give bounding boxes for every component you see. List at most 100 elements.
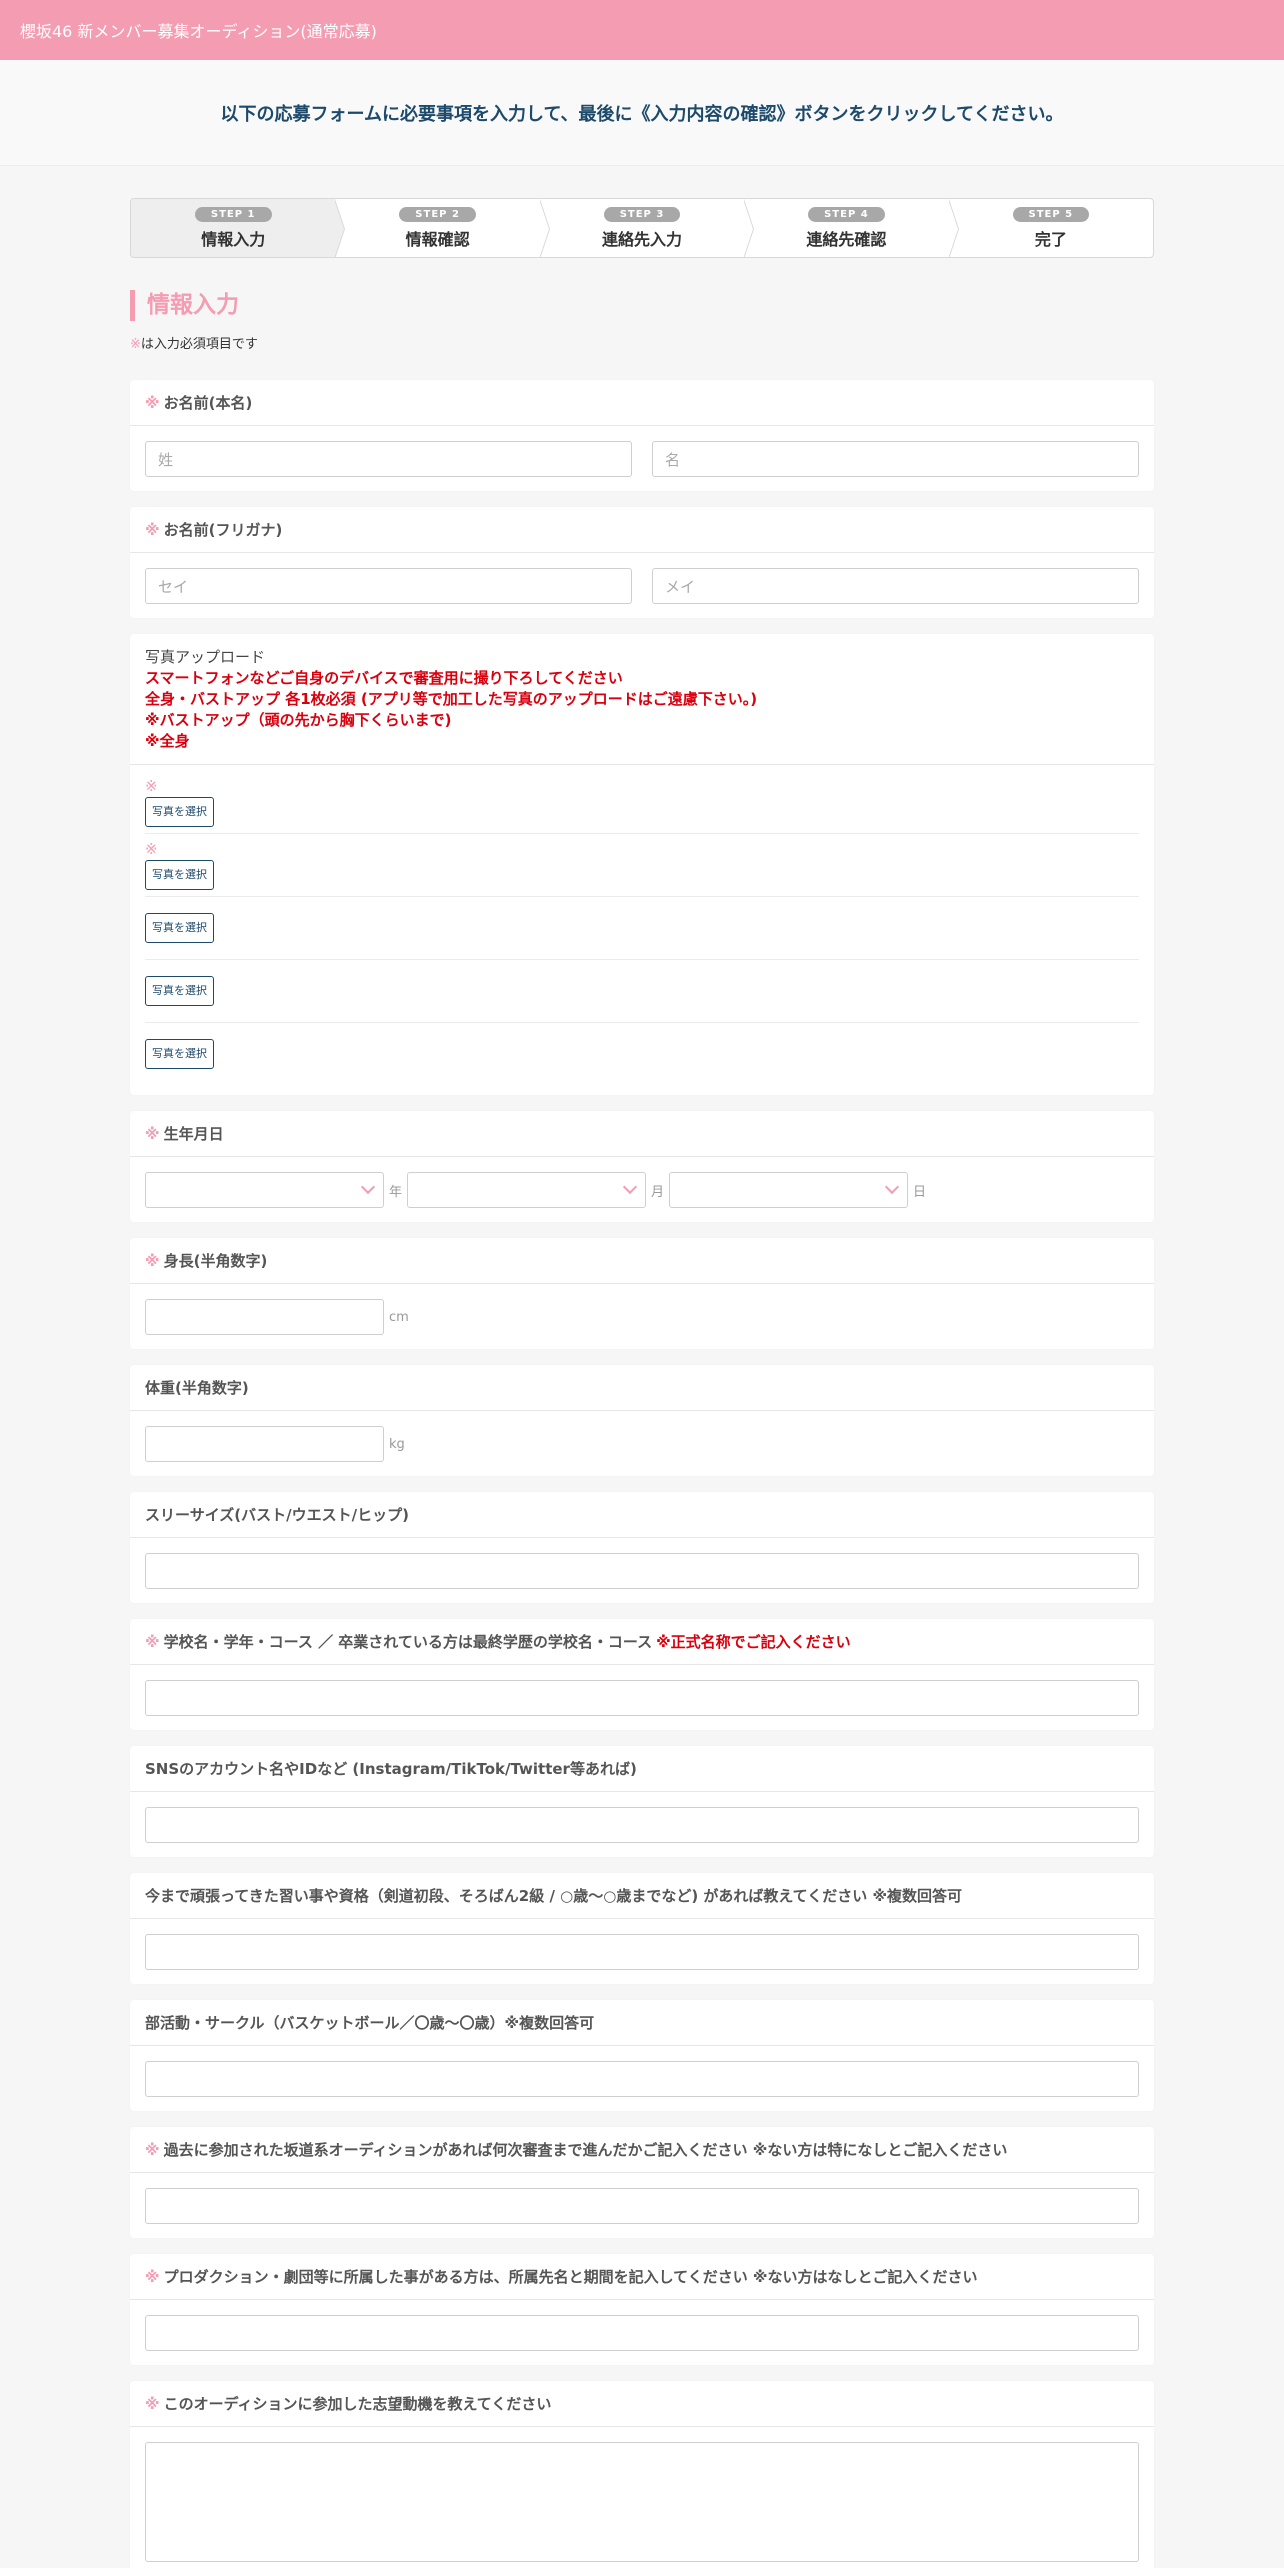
- field-body: [130, 1919, 1154, 1984]
- field-label: ※ お名前(フリガナ): [130, 507, 1154, 553]
- field-label: 部活動・サークル（バスケットボール／〇歳～〇歳）※複数回答可: [130, 2000, 1154, 2046]
- sns-input[interactable]: [145, 1807, 1139, 1843]
- field-lessons: 今まで頑張ってきた習い事や資格（剣道初段、そろばん2級 / ○歳～○歳までなど)…: [130, 1873, 1154, 1984]
- step-label: 情報確認: [405, 229, 470, 249]
- form-container: STEP 1 情報入力 STEP 2 情報確認 STEP 3 連絡先入力 STE…: [130, 198, 1154, 2568]
- birth-year-select[interactable]: [145, 1172, 384, 1208]
- field-production: ※ プロダクション・劇団等に所属した事がある方は、所属先名と期間を記入してくださ…: [130, 2254, 1154, 2365]
- field-clubs: 部活動・サークル（バスケットボール／〇歳～〇歳）※複数回答可: [130, 2000, 1154, 2111]
- field-body: [130, 2046, 1154, 2111]
- chevron-down-icon: [622, 1179, 638, 1195]
- field-height: ※ 身長(半角数字) cm: [130, 1238, 1154, 1349]
- row-spacer: [145, 1029, 1139, 1039]
- step-badge: STEP 3: [603, 206, 681, 222]
- weight-input[interactable]: [145, 1426, 384, 1462]
- photo-note: 全身・バストアップ 各1枚必須 (アプリ等で加工した写真のアップロードはご遠慮下…: [145, 690, 758, 708]
- field-body: [130, 2300, 1154, 2365]
- photo-row: 写真を選択: [145, 897, 1139, 960]
- field-three-sizes: スリーサイズ(バスト/ウエスト/ヒップ): [130, 1492, 1154, 1603]
- field-label-text: 身長(半角数字): [163, 1252, 268, 1270]
- field-label: SNSのアカウント名やIDなど (Instagram/TikTok/Twitte…: [130, 1746, 1154, 1792]
- select-photo-button[interactable]: 写真を選択: [145, 797, 214, 827]
- app-header: 櫻坂46 新メンバー募集オーディション(通常応募): [0, 0, 1284, 60]
- day-unit: 日: [913, 1184, 927, 1200]
- production-input[interactable]: [145, 2315, 1139, 2351]
- weight-unit: kg: [389, 1436, 405, 1452]
- field-label: ※ プロダクション・劇団等に所属した事がある方は、所属先名と期間を記入してくださ…: [130, 2254, 1154, 2300]
- intro-banner: 以下の応募フォームに必要事項を入力して、最後に《入力内容の確認》ボタンをクリック…: [0, 60, 1284, 166]
- field-photo-upload: 写真アップロード スマートフォンなどご自身のデバイスで審査用に撮り下ろしてくださ…: [130, 634, 1154, 1095]
- photo-title: 写真アップロード: [145, 648, 266, 666]
- step-label: 連絡先入力: [602, 229, 683, 249]
- required-mark: ※: [145, 1124, 160, 1143]
- field-label-text: 学校名・学年・コース ／ 卒業されている方は最終学歴の学校名・コース: [163, 1633, 653, 1651]
- field-body: [130, 1665, 1154, 1730]
- field-birthday: ※ 生年月日 年 月 日: [130, 1111, 1154, 1222]
- step-label: 連絡先確認: [806, 229, 887, 249]
- school-note: ※正式名称でご記入ください: [656, 1633, 851, 1651]
- field-label-text: お名前(フリガナ): [163, 521, 283, 539]
- field-label: 今まで頑張ってきた習い事や資格（剣道初段、そろばん2級 / ○歳～○歳までなど)…: [130, 1873, 1154, 1919]
- field-label: ※ 生年月日: [130, 1111, 1154, 1157]
- field-label-text: SNSのアカウント名やIDなど (Instagram/TikTok/Twitte…: [145, 1760, 637, 1778]
- field-label-text: 過去に参加された坂道系オーディションがあれば何次審査まで進んだかご記入ください …: [163, 2141, 1008, 2159]
- field-school: ※ 学校名・学年・コース ／ 卒業されている方は最終学歴の学校名・コース ※正式…: [130, 1619, 1154, 1730]
- section-title: 情報入力: [130, 290, 1154, 321]
- field-label-text: 体重(半角数字): [145, 1379, 249, 1397]
- intro-text: 以下の応募フォームに必要事項を入力して、最後に《入力内容の確認》ボタンをクリック…: [220, 103, 1064, 125]
- lessons-input[interactable]: [145, 1934, 1139, 1970]
- field-label-text: 生年月日: [163, 1125, 224, 1143]
- month-unit: 月: [651, 1184, 665, 1200]
- photo-row: ※ 写真を選択: [145, 777, 1139, 834]
- row-spacer: [145, 943, 1139, 953]
- row-spacer: [145, 1006, 1139, 1016]
- photo-instructions: 写真アップロード スマートフォンなどご自身のデバイスで審査用に撮り下ろしてくださ…: [130, 634, 1154, 765]
- select-photo-button[interactable]: 写真を選択: [145, 976, 214, 1006]
- required-mark: ※: [145, 1632, 160, 1651]
- field-body: [130, 2173, 1154, 2238]
- field-label-text: 部活動・サークル（バスケットボール／〇歳～〇歳）※複数回答可: [145, 2014, 595, 2032]
- header-title: 櫻坂46 新メンバー募集オーディション(通常応募): [20, 22, 377, 41]
- first-name-kana-input[interactable]: メイ: [652, 568, 1139, 604]
- select-photo-button[interactable]: 写真を選択: [145, 860, 214, 890]
- clubs-input[interactable]: [145, 2061, 1139, 2097]
- required-mark: ※: [145, 520, 160, 539]
- field-label: 体重(半角数字): [130, 1365, 1154, 1411]
- required-mark: ※: [145, 2267, 160, 2286]
- required-mark: ※: [145, 1251, 160, 1270]
- field-body: kg: [130, 1411, 1154, 1476]
- field-kana: ※ お名前(フリガナ) セイ メイ: [130, 507, 1154, 618]
- required-mark: ※: [145, 840, 158, 858]
- field-motivation: ※ このオーディションに参加した志望動機を教えてください: [130, 2381, 1154, 2568]
- field-body: 姓 名: [130, 426, 1154, 491]
- height-unit: cm: [389, 1309, 409, 1325]
- required-note: ※は入力必須項目です: [130, 333, 1154, 352]
- height-input[interactable]: [145, 1299, 384, 1335]
- field-sns: SNSのアカウント名やIDなど (Instagram/TikTok/Twitte…: [130, 1746, 1154, 1857]
- photo-row: 写真を選択: [145, 960, 1139, 1023]
- birth-day-select[interactable]: [669, 1172, 909, 1208]
- field-label-text: スリーサイズ(バスト/ウエスト/ヒップ): [145, 1506, 409, 1524]
- select-photo-button[interactable]: 写真を選択: [145, 913, 214, 943]
- photo-note: スマートフォンなどご自身のデバイスで審査用に撮り下ろしてください: [145, 669, 623, 687]
- school-input[interactable]: [145, 1680, 1139, 1716]
- first-name-input[interactable]: 名: [652, 441, 1139, 477]
- last-name-kana-input[interactable]: セイ: [145, 568, 632, 604]
- field-label: ※ 学校名・学年・コース ／ 卒業されている方は最終学歴の学校名・コース ※正式…: [130, 1619, 1154, 1665]
- required-mark: ※: [145, 2140, 160, 2159]
- birth-month-select[interactable]: [407, 1172, 647, 1208]
- last-name-input[interactable]: 姓: [145, 441, 632, 477]
- field-label-text: このオーディションに参加した志望動機を教えてください: [163, 2395, 552, 2413]
- field-name: ※ お名前(本名) 姓 名: [130, 380, 1154, 491]
- past-auditions-input[interactable]: [145, 2188, 1139, 2224]
- motivation-textarea[interactable]: [145, 2442, 1139, 2562]
- step-3: STEP 3 連絡先入力: [540, 199, 755, 257]
- field-body: セイ メイ: [130, 553, 1154, 618]
- three-sizes-input[interactable]: [145, 1553, 1139, 1589]
- step-5: STEP 5 完了: [949, 199, 1153, 257]
- step-4: STEP 4 連絡先確認: [744, 199, 960, 257]
- field-label: ※ 過去に参加された坂道系オーディションがあれば何次審査まで進んだかご記入くださ…: [130, 2127, 1154, 2173]
- field-label: ※ お名前(本名): [130, 380, 1154, 426]
- photo-row: ※ 写真を選択: [145, 834, 1139, 897]
- select-photo-button[interactable]: 写真を選択: [145, 1039, 214, 1069]
